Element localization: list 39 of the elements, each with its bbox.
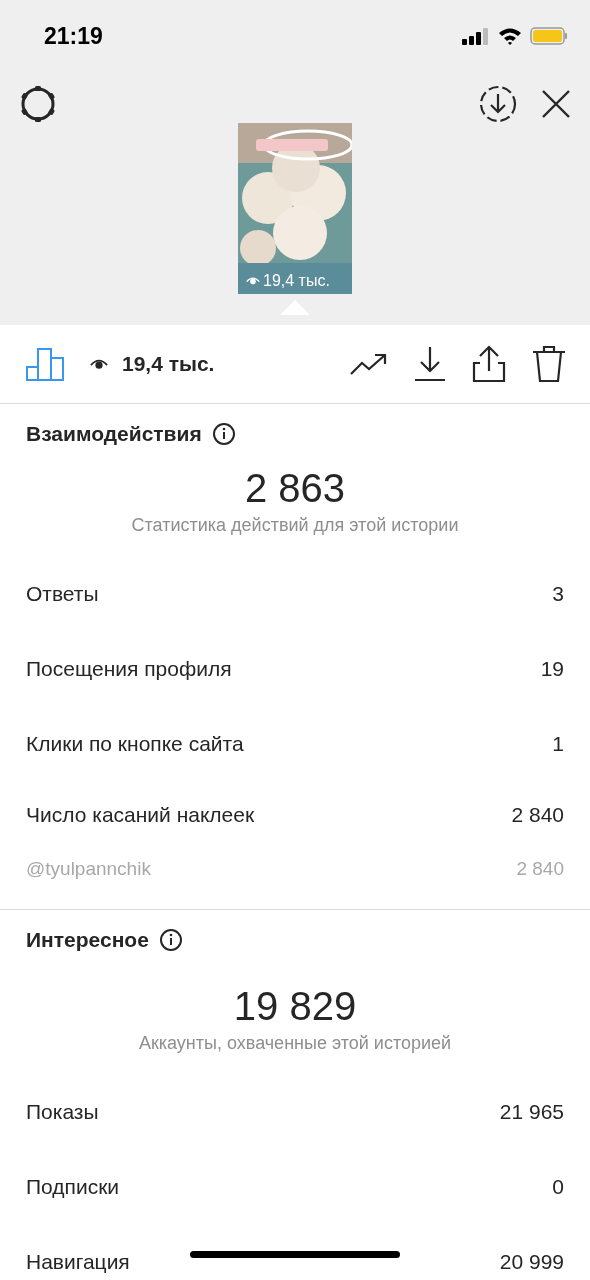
eye-icon (246, 276, 260, 287)
metric-value: 21 965 (499, 1099, 564, 1124)
trend-icon[interactable] (350, 352, 388, 376)
insights-icon[interactable] (26, 347, 64, 381)
total-value: 2 863 (243, 465, 347, 512)
total-caption: Статистика действий для этой истории (130, 514, 460, 537)
section-title: Взаимодействия (26, 422, 202, 446)
metric-label: Ответы (26, 581, 99, 606)
metric-value: 3 (552, 581, 564, 606)
info-icon[interactable] (158, 928, 183, 952)
download-icon[interactable] (414, 346, 446, 382)
share-icon[interactable] (472, 345, 506, 383)
metric-label: Посещения профиля (26, 656, 232, 681)
metric-value: 20 999 (499, 1249, 564, 1274)
metric-value: 2 840 (516, 858, 564, 880)
metric-label: @tyulpannchik (26, 858, 151, 880)
info-icon[interactable] (211, 422, 236, 446)
metric-label: Подписки (26, 1174, 120, 1199)
settings-icon[interactable] (18, 84, 58, 125)
metric-label: Число касаний наклеек (26, 803, 255, 827)
metric-label: Навигация (26, 1249, 130, 1274)
metric-label: Клики по кнопке сайта (26, 731, 244, 756)
status-time: 21:19 (44, 22, 103, 50)
battery-icon (530, 27, 568, 46)
signal-icon (462, 27, 490, 46)
metric-value: 1 (552, 731, 564, 756)
trash-icon[interactable] (532, 345, 566, 383)
download-icon[interactable] (478, 84, 518, 125)
metric-value: 19 (540, 656, 564, 681)
view-count: 19,4 тыс. (122, 352, 215, 376)
wifi-icon (498, 27, 522, 46)
metric-label: Показы (26, 1099, 99, 1124)
metric-value: 0 (552, 1174, 564, 1199)
metric-value: 2 840 (511, 803, 564, 827)
eye-icon (90, 357, 108, 371)
total-caption: Аккаунты, охваченные этой историей (137, 1032, 453, 1055)
total-value: 19 829 (232, 983, 358, 1030)
section-title: Интересное (26, 928, 149, 952)
story-views: 19,4 тыс. (246, 272, 330, 291)
